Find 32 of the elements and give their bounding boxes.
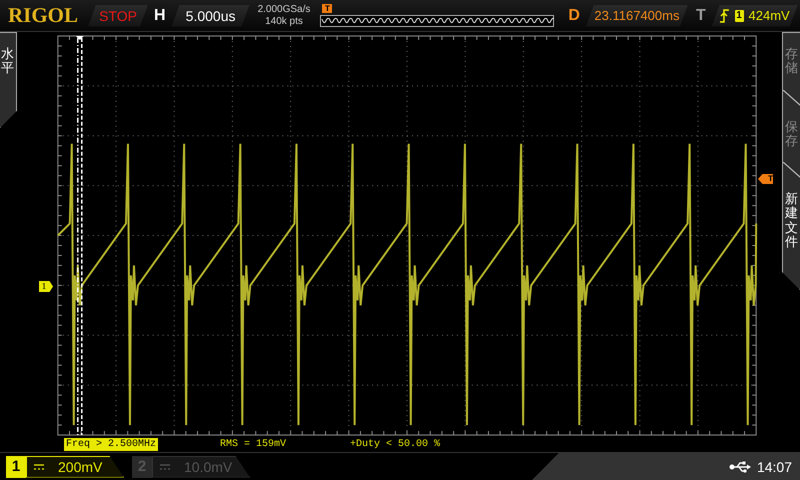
- usb-icon: [728, 460, 751, 472]
- measurement-readout[interactable]: Freq > 2.500MHz: [64, 438, 158, 451]
- run-state-button[interactable]: STOP: [88, 4, 148, 26]
- trigger-source: 1: [734, 10, 744, 22]
- trigger-position-marker: T: [322, 4, 332, 13]
- delay-value[interactable]: 23.1167400ms: [586, 4, 688, 26]
- brand-logo: RIGOL: [8, 3, 78, 28]
- measurement-readout[interactable]: RMS = 159mV: [218, 438, 288, 451]
- trigger-settings[interactable]: 1 424mV: [712, 4, 798, 26]
- clock-time: 14:07: [756, 458, 792, 474]
- memory-depth: 140k pts: [265, 16, 303, 28]
- timebase-label: H: [154, 6, 166, 24]
- sample-rate: 2.000GSa/s: [258, 4, 310, 16]
- trigger-level: 424mV: [748, 8, 790, 23]
- channel-number: 1: [6, 456, 26, 478]
- menu-separator-icon: [783, 162, 800, 178]
- menu-separator-icon: [783, 90, 800, 106]
- rising-edge-icon: [720, 8, 730, 22]
- channel-scale: 10.0mV: [184, 458, 232, 474]
- trigger-level-marker: T: [758, 174, 773, 184]
- channel-marker: 1: [39, 281, 53, 292]
- dc-coupling-icon: [160, 464, 170, 470]
- channel-scale: 200mV: [58, 458, 102, 474]
- measurement-readout[interactable]: +Duty < 50.00 %: [348, 438, 442, 451]
- delay-label: D: [568, 6, 580, 24]
- dc-coupling-icon: [34, 464, 44, 470]
- timebase-value[interactable]: 5.000us: [172, 4, 250, 26]
- side-menu-item[interactable]: 新建文件: [785, 192, 798, 250]
- side-menu-item: 存储: [785, 47, 798, 76]
- horizontal-menu-tab[interactable]: 水平: [0, 32, 17, 128]
- trigger-label: T: [696, 6, 706, 24]
- side-menu-item: 保存: [785, 120, 798, 148]
